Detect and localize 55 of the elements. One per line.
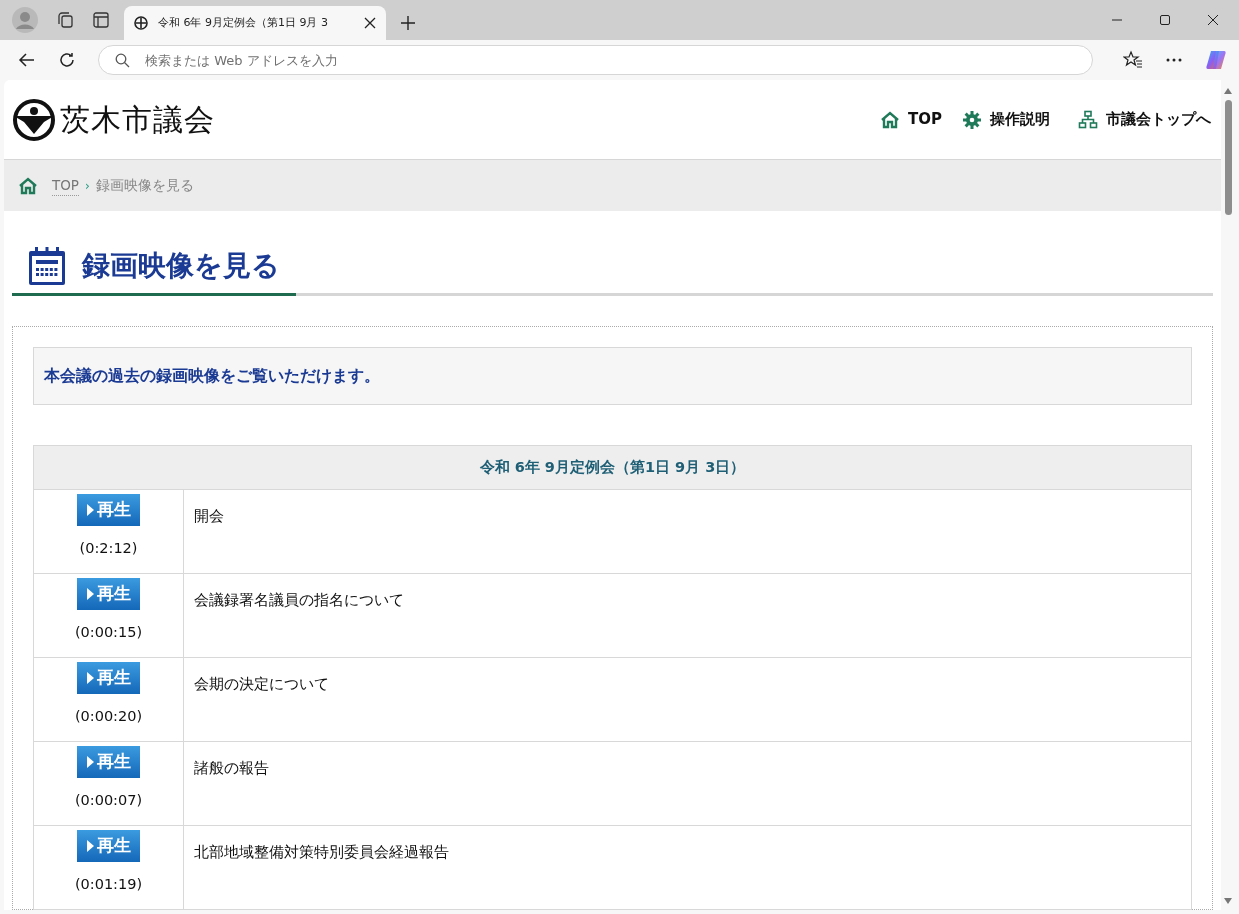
page-title: 録画映像を見る bbox=[82, 248, 280, 284]
agenda-item-cell: 会議録署名議員の指名について bbox=[183, 573, 1192, 658]
header-nav-link[interactable]: TOP bbox=[880, 108, 942, 131]
address-field[interactable]: 検索または Web アドレスを入力 bbox=[98, 45, 1093, 75]
play-button[interactable]: 再生 bbox=[77, 746, 140, 778]
breadcrumb-link[interactable]: TOP bbox=[52, 174, 79, 197]
header-nav-link[interactable]: 操作説明 bbox=[962, 108, 1050, 131]
more-icon[interactable] bbox=[1165, 57, 1183, 63]
play-triangle-icon bbox=[86, 756, 94, 768]
gear-icon bbox=[962, 109, 982, 130]
copilot-icon[interactable] bbox=[1205, 49, 1227, 71]
video-duration: (0:01:19) bbox=[74, 875, 143, 894]
agenda-item-cell: 諸般の報告 bbox=[183, 741, 1192, 826]
scrollbar-thumb[interactable] bbox=[1224, 100, 1232, 215]
intro-text: 本会議の過去の録画映像をご覧いただけます。 bbox=[44, 365, 380, 387]
play-button[interactable]: 再生 bbox=[77, 830, 140, 862]
home-icon bbox=[18, 175, 38, 196]
search-icon bbox=[115, 53, 130, 68]
sitemap-icon bbox=[1078, 109, 1098, 130]
close-window-icon[interactable] bbox=[1207, 14, 1219, 26]
agenda-item-cell: 開会 bbox=[183, 489, 1192, 574]
back-icon[interactable] bbox=[18, 51, 36, 69]
table-caption: 令和 6年 9月定例会（第1日 9月 3日） bbox=[33, 445, 1192, 490]
play-triangle-icon bbox=[86, 588, 94, 600]
site-logo-text: 茨木市議会 bbox=[60, 101, 215, 139]
new-tab-icon[interactable] bbox=[400, 15, 416, 31]
tab-title: 令和 6年 9月定例会（第1日 9月 3 bbox=[158, 14, 329, 31]
agenda-item-cell: 会期の決定について bbox=[183, 657, 1192, 742]
site-favicon-icon bbox=[134, 16, 148, 30]
play-triangle-icon bbox=[86, 504, 94, 516]
play-triangle-icon bbox=[86, 840, 94, 852]
play-button[interactable]: 再生 bbox=[77, 662, 140, 694]
header-nav-link[interactable]: 市議会トップへ bbox=[1078, 108, 1211, 131]
play-button[interactable]: 再生 bbox=[77, 578, 140, 610]
video-duration: (0:2:12) bbox=[79, 539, 138, 558]
video-duration: (0:00:07) bbox=[74, 791, 143, 810]
close-tab-icon[interactable] bbox=[364, 17, 376, 29]
breadcrumb-current: 録画映像を見る bbox=[95, 176, 194, 196]
video-duration: (0:00:20) bbox=[74, 707, 143, 726]
breadcrumb-separator-icon: › bbox=[85, 176, 90, 195]
video-duration: (0:00:15) bbox=[74, 623, 143, 642]
play-triangle-icon bbox=[86, 672, 94, 684]
agenda-item-cell: 北部地域整備対策特別委員会経過報告 bbox=[183, 825, 1192, 910]
tab-actions-icon[interactable] bbox=[92, 11, 110, 29]
browser-tab[interactable]: 令和 6年 9月定例会（第1日 9月 3 bbox=[124, 6, 386, 40]
favorites-icon[interactable] bbox=[1123, 50, 1143, 70]
refresh-icon[interactable] bbox=[58, 51, 76, 69]
workspaces-icon[interactable] bbox=[56, 11, 74, 29]
home-icon bbox=[880, 109, 900, 130]
calendar-icon bbox=[28, 246, 66, 286]
scroll-up-icon[interactable] bbox=[1224, 88, 1232, 94]
play-button[interactable]: 再生 bbox=[77, 494, 140, 526]
city-emblem-logo bbox=[12, 97, 56, 142]
scroll-down-icon[interactable] bbox=[1224, 898, 1232, 904]
maximize-icon[interactable] bbox=[1159, 14, 1171, 26]
